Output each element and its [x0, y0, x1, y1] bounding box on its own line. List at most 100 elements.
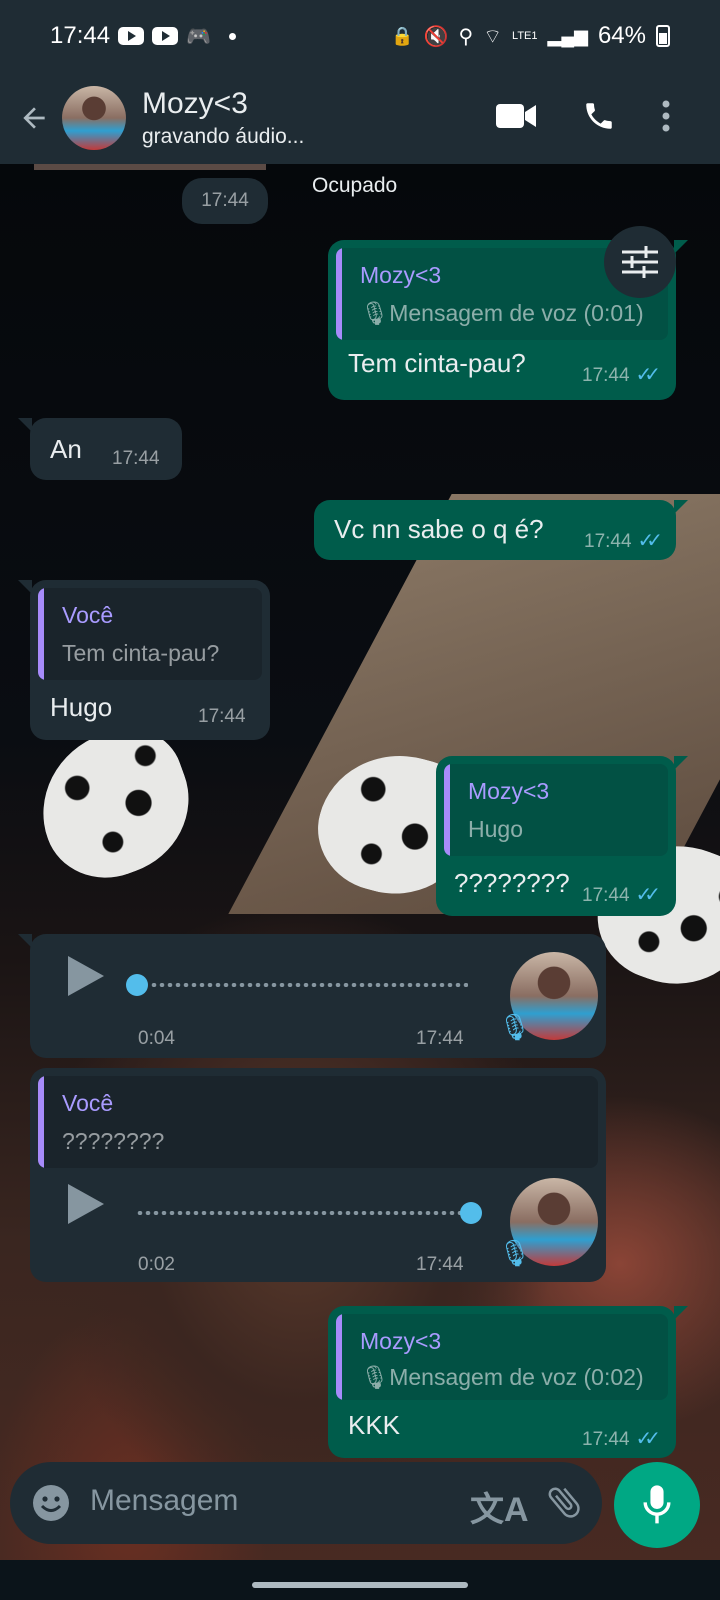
voice-duration: 0:04: [138, 1028, 175, 1049]
more-notifications-dot: [228, 32, 236, 40]
message-meta: 17:44 ✓✓: [582, 1426, 661, 1451]
voice-duration: 0:02: [138, 1254, 175, 1275]
quoted-author: Mozy<3: [360, 1328, 442, 1354]
emoji-icon[interactable]: [32, 1484, 70, 1527]
quoted-text: Mensagem de voz (0:02): [389, 1364, 644, 1390]
battery-text: 64%: [597, 22, 646, 49]
bubble-tail: [18, 418, 32, 432]
quoted-author: Mozy<3: [468, 778, 550, 804]
signal-icon: ▂▄▆: [547, 25, 588, 46]
message-input[interactable]: Mensagem: [90, 1484, 238, 1518]
message-text: ????????: [454, 868, 570, 898]
voice-mic-icon: 🎙︎: [498, 1012, 532, 1042]
quoted-text: Tem cinta-pau?: [62, 640, 220, 666]
message-time: 17:44: [416, 1254, 464, 1275]
message-time: 17:44: [584, 531, 632, 552]
youtube-notification-icon: [152, 27, 179, 45]
message-input-bar[interactable]: Mensagem 文A: [10, 1462, 602, 1544]
play-icon[interactable]: [68, 1184, 104, 1224]
voice-mic-icon: 🎙︎: [498, 1238, 532, 1268]
battery-icon: [656, 25, 670, 47]
audio-progress-knob[interactable]: [460, 1202, 482, 1224]
message-time: 17:44: [198, 706, 246, 727]
bubble-tail: [674, 500, 688, 514]
more-vertical-icon[interactable]: [662, 100, 670, 137]
previous-media-thumbnail[interactable]: [34, 164, 266, 170]
message-time: 17:44: [582, 1429, 630, 1450]
contact-avatar[interactable]: [62, 86, 126, 150]
read-ticks-icon: ✓✓: [635, 364, 661, 386]
video-call-icon[interactable]: [496, 102, 536, 135]
status-time: 17:44: [50, 22, 111, 49]
read-ticks-icon: ✓✓: [635, 1428, 661, 1450]
bubble-tail: [674, 240, 688, 254]
occupied-label: Ocupado: [312, 174, 398, 197]
message-text: KKK: [348, 1410, 401, 1440]
voice-message-incoming[interactable]: 0:04 17:44 🎙︎: [30, 934, 606, 1058]
phone-icon[interactable]: [582, 99, 616, 138]
sliders-icon[interactable]: [604, 226, 676, 298]
message-time: 17:44: [416, 1028, 464, 1049]
message-bubble-outgoing[interactable]: Vc nn sabe o q é? 17:44 ✓✓: [314, 500, 676, 560]
quoted-message[interactable]: Mozy<3 Hugo: [444, 764, 668, 856]
read-ticks-icon: ✓✓: [637, 530, 663, 552]
status-bar: 17:44 🎮 🔒 🔇 ⚲ ⌔ LTE1 ▂▄▆ 64%: [0, 0, 720, 72]
message-bubble-outgoing[interactable]: Mozy<3 Hugo ???????? 17:44 ✓✓: [436, 756, 676, 916]
message-bubble-outgoing[interactable]: Mozy<3 🎙︎Mensagem de voz (0:02) KKK 17:4…: [328, 1306, 676, 1458]
message-text: Tem cinta-pau?: [348, 348, 526, 378]
lte-label: LTE1: [512, 30, 538, 42]
message-bubble-incoming[interactable]: Você Tem cinta-pau? Hugo 17:44: [30, 580, 270, 740]
message-text: Hugo: [50, 692, 113, 722]
back-arrow-icon[interactable]: [12, 96, 56, 140]
message-meta: 17:44 ✓✓: [582, 882, 661, 907]
message-meta: 17:44 ✓✓: [582, 362, 661, 387]
contact-info[interactable]: Mozy<3 gravando áudio...: [142, 87, 304, 149]
microphone-button[interactable]: [614, 1462, 700, 1548]
message-text: Vc nn sabe o q é?: [334, 514, 544, 544]
audio-waveform[interactable]: [150, 983, 468, 987]
translate-icon[interactable]: 文A: [470, 1482, 529, 1531]
voice-message-incoming[interactable]: Você ???????? 0:02 17:44 🎙︎: [30, 1068, 606, 1282]
quoted-text: Mensagem de voz (0:01): [389, 300, 644, 326]
navigation-bar: [0, 1560, 720, 1600]
contact-status: gravando áudio...: [142, 125, 305, 148]
bubble-tail: [674, 1306, 688, 1320]
bubble-tail: [18, 934, 32, 948]
message-meta: 17:44 ✓✓: [584, 528, 663, 553]
previous-message-time: 17:44: [182, 178, 268, 224]
quoted-text-row: 🎙︎Mensagem de voz (0:01): [360, 300, 644, 327]
lock-icon: 🔒: [391, 25, 414, 46]
audio-progress-knob[interactable]: [126, 974, 148, 996]
location-icon: ⚲: [458, 25, 474, 48]
bubble-tail: [18, 580, 32, 594]
message-time: 17:44: [582, 885, 630, 906]
chat-header: Mozy<3 gravando áudio...: [0, 72, 720, 164]
youtube-notification-icon: [118, 27, 145, 45]
discord-notification-icon: 🎮: [186, 25, 211, 48]
mute-icon: 🔇: [423, 25, 449, 48]
quoted-text-row: 🎙︎Mensagem de voz (0:02): [360, 1364, 644, 1391]
contact-name: Mozy<3: [142, 87, 248, 120]
audio-waveform[interactable]: [136, 1211, 470, 1215]
quoted-message[interactable]: Mozy<3 🎙︎Mensagem de voz (0:02): [336, 1314, 668, 1400]
bubble-tail: [674, 756, 688, 770]
small-mic-icon: 🎙︎: [360, 1364, 390, 1390]
read-ticks-icon: ✓✓: [635, 884, 661, 906]
quoted-message[interactable]: Você Tem cinta-pau?: [38, 588, 262, 680]
quoted-message[interactable]: Você ????????: [38, 1076, 598, 1168]
play-icon[interactable]: [68, 956, 104, 996]
message-time: 17:44: [112, 448, 160, 469]
gesture-handle[interactable]: [252, 1582, 468, 1588]
message-text: An: [50, 434, 82, 464]
small-mic-icon: 🎙︎: [360, 300, 390, 326]
microphone-icon: [643, 1485, 671, 1524]
quoted-author: Você: [62, 1090, 114, 1116]
quoted-author: Mozy<3: [360, 262, 442, 288]
paperclip-icon[interactable]: [544, 1480, 584, 1529]
message-bubble-incoming[interactable]: An 17:44: [30, 418, 182, 480]
quoted-text: Hugo: [468, 816, 523, 842]
message-time: 17:44: [582, 365, 630, 386]
wifi-icon: ⌔: [483, 25, 503, 48]
quoted-author: Você: [62, 602, 114, 628]
quoted-text: ????????: [62, 1128, 165, 1154]
